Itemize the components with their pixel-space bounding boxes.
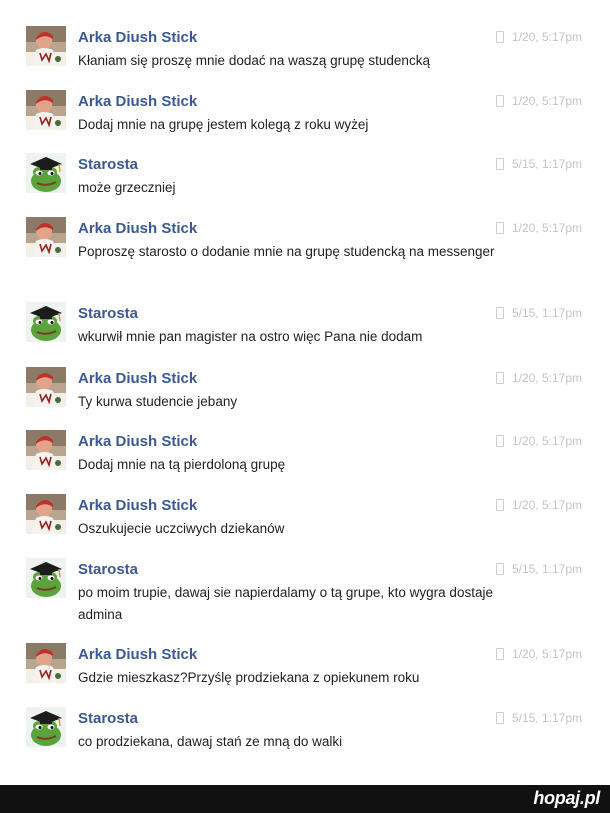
message-timestamp: 1/20, 5:17pm — [495, 371, 582, 385]
message-text: Oszukujecie uczciwych dziekanów — [78, 521, 285, 536]
frog-graduate-avatar[interactable] — [26, 707, 66, 747]
sender-name[interactable]: Arka Diush Stick — [78, 433, 197, 450]
sender-name[interactable]: Arka Diush Stick — [78, 93, 197, 110]
user-photo-avatar[interactable] — [26, 367, 66, 407]
timestamp-text: 1/20, 5:17pm — [511, 221, 582, 235]
timestamp-text: 1/20, 5:17pm — [511, 371, 582, 385]
sender-name[interactable]: Arka Diush Stick — [78, 220, 197, 237]
mobile-phone-icon — [495, 158, 504, 170]
mobile-phone-icon — [495, 222, 504, 234]
message-text: Poproszę starosto o dodanie mnie na grup… — [78, 244, 495, 259]
sender-name[interactable]: Starosta — [78, 710, 138, 727]
mobile-phone-icon — [495, 31, 504, 43]
message-text: Dodaj mnie na grupę jestem kolegą z roku… — [78, 117, 369, 132]
sender-name[interactable]: Arka Diush Stick — [78, 370, 197, 387]
user-photo-avatar[interactable] — [26, 217, 66, 257]
user-photo-avatar[interactable] — [26, 26, 66, 66]
user-photo-avatar[interactable] — [26, 430, 66, 470]
mobile-phone-icon — [495, 95, 504, 107]
mobile-phone-icon — [495, 372, 504, 384]
timestamp-text: 1/20, 5:17pm — [511, 647, 582, 661]
sender-name[interactable]: Arka Diush Stick — [78, 497, 197, 514]
timestamp-text: 5/15, 1:17pm — [511, 306, 582, 320]
message-text: wkurwił mnie pan magister na ostro więc … — [78, 329, 423, 344]
message-timestamp: 5/15, 1:17pm — [495, 157, 582, 171]
user-photo-avatar[interactable] — [26, 494, 66, 534]
sender-name[interactable]: Arka Diush Stick — [78, 646, 197, 663]
mobile-phone-icon — [495, 435, 504, 447]
timestamp-text: 1/20, 5:17pm — [511, 434, 582, 448]
timestamp-text: 5/15, 1:17pm — [511, 562, 582, 576]
message-text: może grzeczniej — [78, 180, 176, 195]
frog-graduate-avatar[interactable] — [26, 558, 66, 598]
frog-graduate-avatar[interactable] — [26, 302, 66, 342]
timestamp-text: 1/20, 5:17pm — [511, 94, 582, 108]
message-timestamp: 1/20, 5:17pm — [495, 221, 582, 235]
sender-name[interactable]: Starosta — [78, 561, 138, 578]
timestamp-text: 1/20, 5:17pm — [511, 498, 582, 512]
message-timestamp: 1/20, 5:17pm — [495, 647, 582, 661]
sender-name[interactable]: Arka Diush Stick — [78, 29, 197, 46]
message-timestamp: 5/15, 1:17pm — [495, 711, 582, 725]
site-logo: hopaj.pl — [533, 788, 600, 808]
message-timestamp: 1/20, 5:17pm — [495, 434, 582, 448]
mobile-phone-icon — [495, 499, 504, 511]
sender-name[interactable]: Starosta — [78, 305, 138, 322]
message-text: Dodaj mnie na tą pierdoloną grupę — [78, 457, 286, 472]
message-timestamp: 5/15, 1:17pm — [495, 306, 582, 320]
message-timestamp: 1/20, 5:17pm — [495, 94, 582, 108]
sender-name[interactable]: Starosta — [78, 156, 138, 173]
timestamp-text: 5/15, 1:17pm — [511, 157, 582, 171]
message-text: co prodziekana, dawaj stań ze mną do wal… — [78, 734, 343, 749]
timestamp-text: 1/20, 5:17pm — [511, 30, 582, 44]
mobile-phone-icon — [495, 712, 504, 724]
message-text: po moim trupie, dawaj sie napierdalamy o… — [78, 585, 493, 622]
message-timestamp: 5/15, 1:17pm — [495, 562, 582, 576]
message-timestamp: 1/20, 5:17pm — [495, 498, 582, 512]
watermark-footer-bar: hopaj.pl — [0, 785, 610, 813]
message-timestamp: 1/20, 5:17pm — [495, 30, 582, 44]
message-text: Kłaniam się proszę mnie dodać na waszą g… — [78, 53, 430, 68]
timestamp-text: 5/15, 1:17pm — [511, 711, 582, 725]
mobile-phone-icon — [495, 307, 504, 319]
frog-graduate-avatar[interactable] — [26, 153, 66, 193]
mobile-phone-icon — [495, 563, 504, 575]
mobile-phone-icon — [495, 648, 504, 660]
chat-message-list: Arka Diush Stick 1/20, 5:17pm Kłaniam się … — [0, 0, 610, 785]
user-photo-avatar[interactable] — [26, 643, 66, 683]
message-text: Ty kurwa studencie jebany — [78, 394, 238, 409]
user-photo-avatar[interactable] — [26, 90, 66, 130]
message-text: Gdzie mieszkasz?Przyślę prodziekana z op… — [78, 670, 420, 685]
